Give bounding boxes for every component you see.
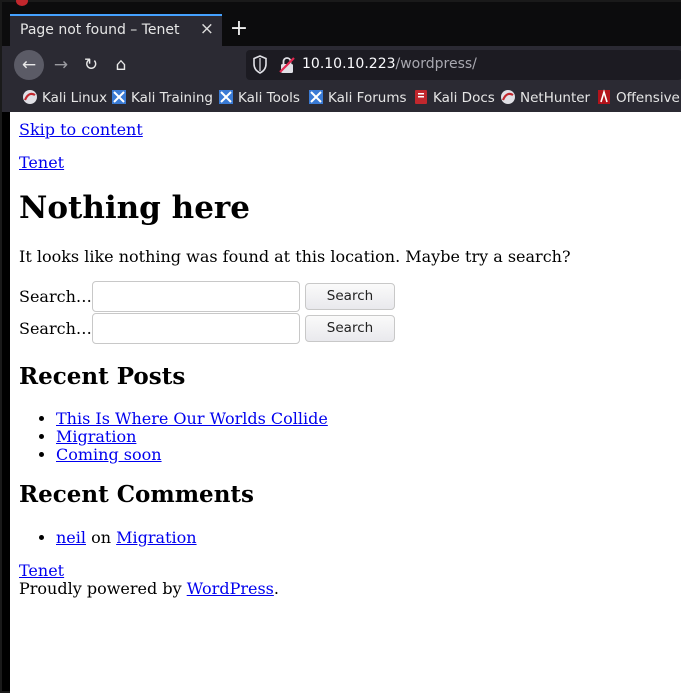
url-text[interactable]: 10.10.10.223/wordpress/ [302, 56, 477, 72]
bookmark-label: NetHunter [520, 90, 591, 106]
window-control-dot[interactable] [16, 0, 28, 6]
recent-posts-list: This Is Where Our Worlds Collide Migrati… [19, 410, 328, 464]
search-button[interactable]: Search [305, 315, 395, 342]
bookmark-kali-tools[interactable]: Kali Tools [218, 89, 300, 106]
page-title: Nothing here [19, 190, 250, 226]
site-title-link[interactable]: Tenet [19, 153, 64, 172]
bookmark-nethunter[interactable]: NetHunter [500, 89, 590, 106]
recent-comments-title: Recent Comments [19, 481, 254, 508]
list-item: neil on Migration [56, 529, 197, 547]
tab-strip: Page not found – Tenet × + [2, 0, 681, 46]
address-bar[interactable]: 10.10.10.223/wordpress/ [246, 50, 681, 80]
bookmark-kali-training[interactable]: Kali Training [111, 89, 213, 106]
comment-author-link[interactable]: neil [56, 528, 86, 547]
navigation-toolbar: ← → ↻ ⌂ 10.10.10.223/wordpress/ [2, 46, 681, 84]
url-path: /wordpress/ [395, 56, 477, 72]
bookmarks-toolbar: Kali Linux Kali Training Kali Tools Kali… [2, 84, 681, 112]
page-content: Skip to content Tenet Nothing here It lo… [10, 112, 681, 693]
bookmark-kali-docs[interactable]: Kali Docs [413, 89, 495, 106]
bookmark-offensive-security[interactable]: Offensive S [596, 89, 681, 106]
bookmark-label: Kali Docs [433, 90, 495, 106]
bookmark-label: Kali Training [131, 90, 213, 106]
kali-dragon-icon [23, 90, 37, 104]
powered-by-suffix: . [273, 579, 279, 598]
list-item: Migration [56, 428, 328, 446]
recent-posts-title: Recent Posts [19, 363, 186, 390]
kali-forums-icon [309, 90, 323, 104]
bookmark-label: Offensive S [616, 90, 681, 106]
shield-icon[interactable] [252, 55, 268, 75]
bookmark-label: Kali Forums [328, 90, 407, 106]
tab-title: Page not found – Tenet [20, 22, 180, 38]
comment-on-text: on [91, 528, 112, 547]
tab-page-not-found[interactable]: Page not found – Tenet × [10, 14, 222, 46]
list-item: This Is Where Our Worlds Collide [56, 410, 328, 428]
recent-comments-list: neil on Migration [19, 529, 197, 547]
home-button[interactable]: ⌂ [106, 50, 136, 80]
powered-by-text: Proudly powered by WordPress. [19, 579, 279, 598]
search-label: Search… [19, 319, 92, 338]
back-button[interactable]: ← [14, 50, 44, 80]
list-item: Coming soon [56, 446, 328, 464]
post-link[interactable]: Migration [56, 427, 136, 446]
search-label: Search… [19, 287, 92, 306]
comment-post-link[interactable]: Migration [116, 528, 196, 547]
powered-by-prefix: Proudly powered by [19, 579, 187, 598]
reload-button[interactable]: ↻ [76, 50, 106, 80]
not-found-message: It looks like nothing was found at this … [19, 247, 571, 266]
close-tab-icon[interactable]: × [200, 19, 214, 39]
nethunter-dragon-icon [501, 90, 515, 104]
wordpress-link[interactable]: WordPress [187, 579, 274, 598]
browser-window: Page not found – Tenet × + ← → ↻ ⌂ 10.10… [0, 0, 681, 693]
bookmark-kali-forums[interactable]: Kali Forums [308, 89, 407, 106]
search-input[interactable] [92, 313, 300, 344]
url-host: 10.10.10.223 [302, 56, 396, 72]
post-link[interactable]: Coming soon [56, 445, 162, 464]
kali-tools-icon [219, 90, 233, 104]
search-button[interactable]: Search [305, 283, 395, 310]
bookmark-label: Kali Tools [238, 90, 300, 106]
bookmark-kali-linux[interactable]: Kali Linux [22, 89, 107, 106]
footer-site-title-link[interactable]: Tenet [19, 561, 64, 580]
kali-docs-icon [415, 90, 427, 104]
insecure-lock-icon[interactable] [278, 56, 296, 74]
search-input[interactable] [92, 281, 300, 312]
skip-to-content-link[interactable]: Skip to content [19, 120, 143, 139]
new-tab-button[interactable]: + [228, 14, 250, 44]
post-link[interactable]: This Is Where Our Worlds Collide [56, 409, 328, 428]
offensive-security-icon [598, 89, 610, 104]
bookmark-label: Kali Linux [42, 90, 108, 106]
kali-training-icon [112, 90, 126, 104]
forward-button[interactable]: → [46, 50, 76, 80]
